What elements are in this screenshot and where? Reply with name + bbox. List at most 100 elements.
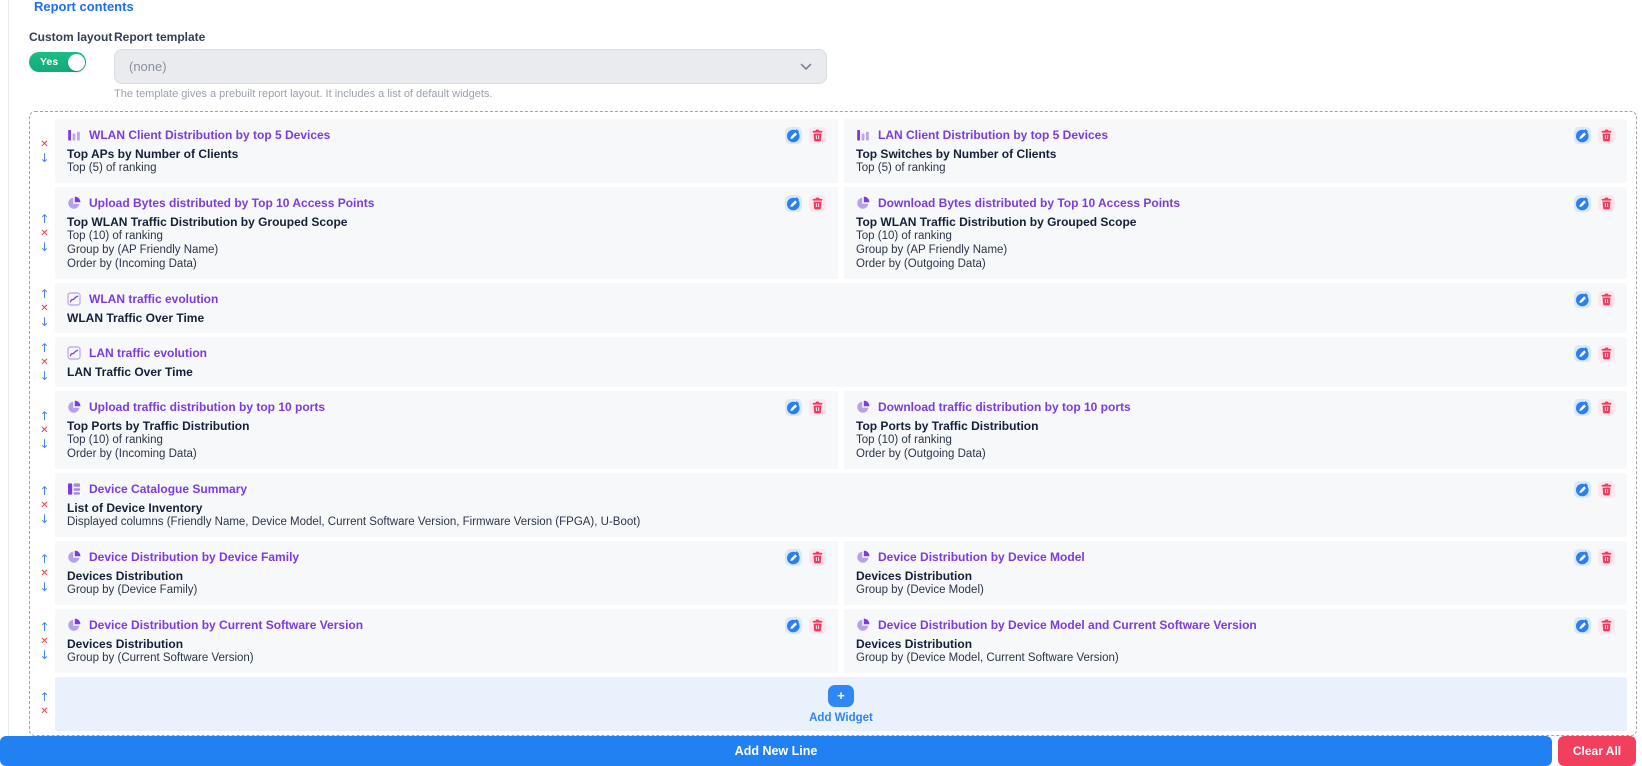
delete-widget-button[interactable] (1598, 291, 1615, 308)
move-line-down-button[interactable]: ↓ (39, 152, 49, 165)
move-line-down-button[interactable]: ↓ (39, 581, 49, 594)
widget-line: ↑ ✕ ↓ Device Catalogue Summary List of D… (34, 473, 1627, 537)
widget-subtitle: Top APs by Number of Clients (67, 147, 826, 161)
delete-widget-button[interactable] (1598, 127, 1615, 144)
edit-widget-button[interactable] (1574, 617, 1591, 634)
remove-line-button[interactable]: ✕ (40, 424, 48, 437)
edit-widget-button[interactable] (1574, 345, 1591, 362)
widget-title[interactable]: Device Distribution by Current Software … (89, 618, 363, 632)
delete-widget-button[interactable] (1598, 195, 1615, 212)
delete-widget-button[interactable] (809, 617, 826, 634)
widget-title[interactable]: WLAN traffic evolution (89, 292, 218, 306)
edit-widget-button[interactable] (1574, 291, 1591, 308)
widget-line: ↑ ✕ ↓ LAN traffic evolution LAN Traffic … (34, 337, 1627, 387)
move-line-up-button[interactable]: ↑ (39, 342, 49, 355)
pie-chart-icon (856, 400, 870, 414)
add-widget-label[interactable]: Add Widget (809, 712, 873, 724)
report-template-hint: The template gives a prebuilt report lay… (114, 88, 827, 100)
move-line-down-button[interactable]: ↓ (39, 370, 49, 383)
move-line-up-button[interactable]: ↑ (39, 553, 49, 566)
widget-title[interactable]: LAN Client Distribution by top 5 Devices (878, 128, 1108, 142)
delete-widget-button[interactable] (809, 127, 826, 144)
edit-widget-button[interactable] (785, 127, 802, 144)
move-line-up-button[interactable]: ↑ (39, 410, 49, 423)
remove-line-button[interactable]: ✕ (40, 567, 48, 580)
report-template-select[interactable]: (none) (114, 49, 827, 84)
custom-layout-toggle[interactable]: Yes (29, 52, 86, 72)
widget-detail: Group by (Current Software Version) (67, 651, 826, 665)
toggle-knob[interactable] (68, 54, 85, 71)
widget-card: Device Catalogue Summary List of Device … (55, 473, 1627, 537)
widget-card: Device Distribution by Device Model and … (844, 609, 1627, 673)
remove-line-button[interactable]: ✕ (40, 356, 48, 369)
remove-line-button[interactable]: ✕ (40, 635, 48, 648)
pie-chart-icon (856, 196, 870, 210)
remove-line-button[interactable]: ✕ (40, 705, 48, 718)
edit-widget-button[interactable] (1574, 399, 1591, 416)
move-line-up-button[interactable]: ↑ (39, 691, 49, 704)
delete-widget-button[interactable] (809, 195, 826, 212)
widget-card: WLAN traffic evolution WLAN Traffic Over… (55, 283, 1627, 333)
delete-widget-button[interactable] (1598, 481, 1615, 498)
pie-chart-icon (67, 400, 81, 414)
widget-title[interactable]: Download traffic distribution by top 10 … (878, 400, 1131, 414)
move-line-up-button[interactable]: ↑ (39, 621, 49, 634)
edit-widget-button[interactable] (1574, 127, 1591, 144)
widget-title[interactable]: Device Distribution by Device Family (89, 550, 299, 564)
edit-widget-button[interactable] (1574, 549, 1591, 566)
widget-title[interactable]: LAN traffic evolution (89, 346, 207, 360)
widget-line: ↑ ✕ ↓ Upload Bytes distributed by Top 10… (34, 187, 1627, 279)
widget-detail: Top (5) of ranking (856, 161, 1615, 175)
widget-title[interactable]: Device Distribution by Device Model and … (878, 618, 1257, 632)
chevron-down-icon (800, 63, 812, 71)
widget-subtitle: Top Switches by Number of Clients (856, 147, 1615, 161)
line-chart-icon (67, 346, 81, 360)
delete-widget-button[interactable] (1598, 549, 1615, 566)
move-line-down-button[interactable]: ↓ (39, 513, 49, 526)
widget-detail: Order by (Incoming Data) (67, 447, 826, 461)
move-line-down-button[interactable]: ↓ (39, 649, 49, 662)
edit-widget-button[interactable] (785, 549, 802, 566)
widget-card: WLAN Client Distribution by top 5 Device… (55, 119, 838, 183)
move-line-down-button[interactable]: ↓ (39, 241, 49, 254)
widget-card: Upload traffic distribution by top 10 po… (55, 391, 838, 469)
delete-widget-button[interactable] (809, 549, 826, 566)
remove-line-button[interactable]: ✕ (40, 302, 48, 315)
widget-title[interactable]: Device Catalogue Summary (89, 482, 247, 496)
move-line-down-button[interactable]: ↓ (39, 316, 49, 329)
remove-line-button[interactable]: ✕ (40, 227, 48, 240)
widget-title[interactable]: Download Bytes distributed by Top 10 Acc… (878, 196, 1180, 210)
move-line-up-button[interactable]: ↑ (39, 288, 49, 301)
move-line-down-button[interactable]: ↓ (39, 438, 49, 451)
delete-widget-button[interactable] (1598, 345, 1615, 362)
pie-chart-icon (856, 550, 870, 564)
edit-widget-button[interactable] (785, 617, 802, 634)
widget-line: ↑ ✕ ↓ Upload traffic distribution by top… (34, 391, 1627, 469)
widget-subtitle: Top Ports by Traffic Distribution (67, 419, 826, 433)
bar-chart-icon (856, 128, 870, 142)
edit-widget-button[interactable] (785, 399, 802, 416)
widget-title[interactable]: Upload Bytes distributed by Top 10 Acces… (89, 196, 374, 210)
widget-title[interactable]: Upload traffic distribution by top 10 po… (89, 400, 325, 414)
widget-detail: Top (10) of ranking (856, 229, 1615, 243)
widget-card: Device Distribution by Device Family Dev… (55, 541, 838, 605)
add-widget-dropzone[interactable]: + Add Widget (55, 677, 1627, 731)
widget-title[interactable]: Device Distribution by Device Model (878, 550, 1085, 564)
delete-widget-button[interactable] (1598, 617, 1615, 634)
bar-chart-icon (67, 128, 81, 142)
remove-line-button[interactable]: ✕ (40, 499, 48, 512)
widget-card: Download traffic distribution by top 10 … (844, 391, 1627, 469)
move-line-up-button[interactable]: ↑ (39, 213, 49, 226)
add-widget-line: ↑ ✕ + Add Widget (34, 677, 1627, 731)
edit-widget-button[interactable] (785, 195, 802, 212)
add-widget-button[interactable]: + (828, 685, 854, 707)
edit-widget-button[interactable] (1574, 481, 1591, 498)
remove-line-button[interactable]: ✕ (40, 138, 48, 151)
delete-widget-button[interactable] (1598, 399, 1615, 416)
table-icon (67, 482, 81, 496)
move-line-up-button[interactable]: ↑ (39, 485, 49, 498)
widget-line: ↑ ✕ ↓ Device Distribution by Device Fami… (34, 541, 1627, 605)
widget-title[interactable]: WLAN Client Distribution by top 5 Device… (89, 128, 330, 142)
delete-widget-button[interactable] (809, 399, 826, 416)
edit-widget-button[interactable] (1574, 195, 1591, 212)
